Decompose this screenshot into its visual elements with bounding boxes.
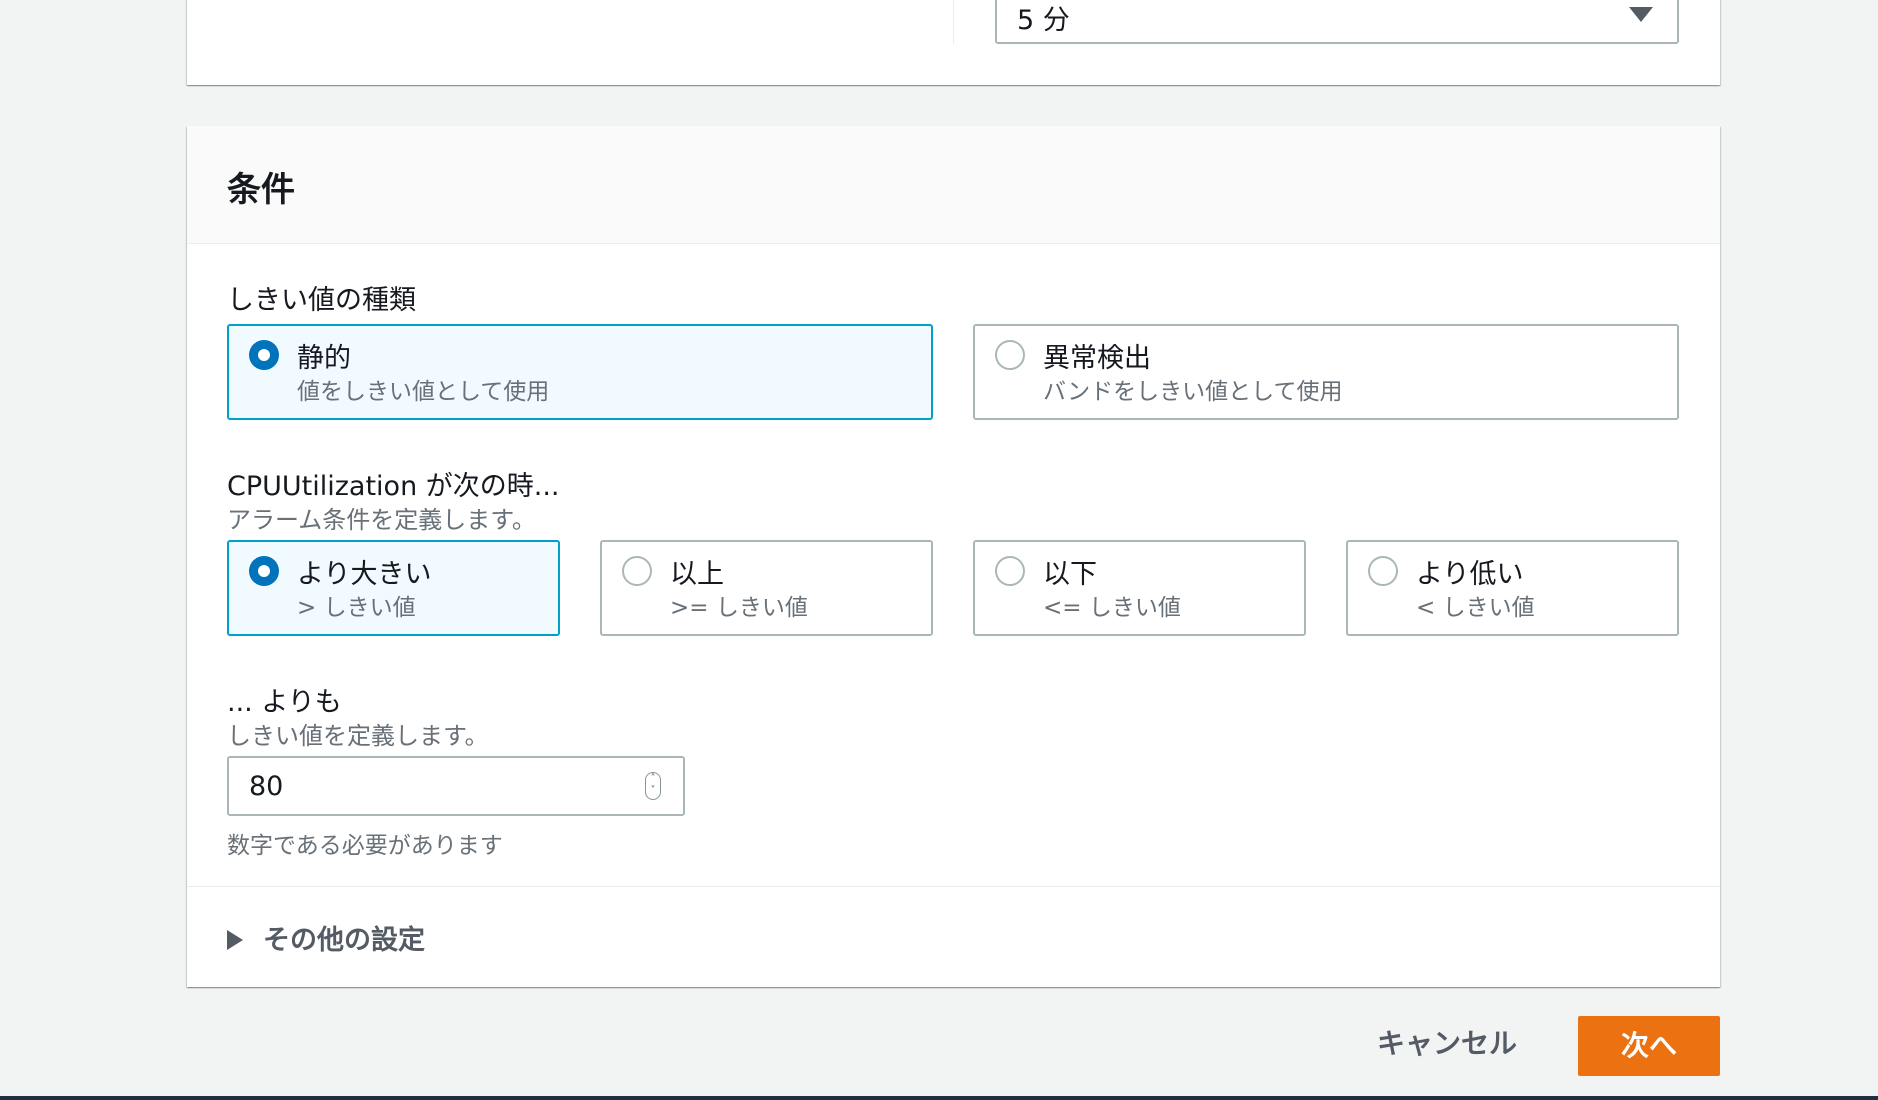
condition-label: CPUUtilization が次の時...: [227, 471, 560, 502]
cancel-button[interactable]: キャンセル: [1362, 1014, 1532, 1074]
bottom-bar: [0, 1096, 1878, 1100]
threshold-description: しきい値を定義します。: [227, 722, 489, 750]
threshold-label: ... よりも: [227, 687, 342, 718]
radio-icon[interactable]: [1368, 556, 1398, 586]
caret-down-icon: [1629, 7, 1653, 22]
tile-title: 以上: [670, 559, 724, 590]
tile-description: 値をしきい値として使用: [297, 379, 550, 405]
period-select[interactable]: 5 分: [995, 0, 1679, 44]
threshold-input-value: 80: [249, 771, 284, 802]
threshold-type-anomaly-tile[interactable]: 異常検出 バンドをしきい値として使用: [973, 324, 1679, 420]
radio-selected-icon[interactable]: [249, 340, 279, 370]
conditions-header: 条件: [187, 126, 1720, 244]
threshold-input[interactable]: 80 ˄ ˅: [227, 756, 685, 816]
next-button[interactable]: 次へ: [1578, 1016, 1720, 1076]
conditions-title: 条件: [227, 170, 295, 210]
tile-description: > しきい値: [297, 595, 416, 621]
tile-title: より大きい: [297, 559, 432, 590]
tile-description: >= しきい値: [670, 595, 808, 621]
period-panel: 5 分: [187, 0, 1720, 85]
tile-title: 静的: [297, 343, 351, 374]
additional-settings-toggle[interactable]: その他の設定: [227, 918, 425, 957]
tile-description: <= しきい値: [1043, 595, 1181, 621]
threshold-type-static-tile[interactable]: 静的 値をしきい値として使用: [227, 324, 933, 420]
radio-selected-icon[interactable]: [249, 556, 279, 586]
divider: [187, 886, 1720, 887]
tile-title: 異常検出: [1043, 343, 1151, 374]
condition-lower-tile[interactable]: より低い < しきい値: [1346, 540, 1679, 636]
condition-greater-tile[interactable]: より大きい > しきい値: [227, 540, 560, 636]
caret-right-icon: [227, 929, 243, 950]
radio-icon[interactable]: [995, 340, 1025, 370]
additional-settings-label: その他の設定: [263, 925, 425, 956]
tile-title: より低い: [1416, 559, 1524, 590]
condition-greater-equal-tile[interactable]: 以上 >= しきい値: [600, 540, 933, 636]
number-spinner-icon[interactable]: ˄ ˅: [645, 772, 661, 800]
tile-title: 以下: [1043, 559, 1097, 590]
tile-description: < しきい値: [1416, 595, 1535, 621]
tile-description: バンドをしきい値として使用: [1043, 379, 1343, 405]
column-divider: [953, 0, 954, 44]
radio-icon[interactable]: [995, 556, 1025, 586]
radio-icon[interactable]: [622, 556, 652, 586]
threshold-hint: 数字である必要があります: [227, 833, 503, 859]
condition-less-equal-tile[interactable]: 以下 <= しきい値: [973, 540, 1306, 636]
threshold-type-label: しきい値の種類: [227, 285, 416, 316]
period-select-value: 5 分: [1017, 5, 1070, 36]
conditions-panel: 条件 しきい値の種類 静的 値をしきい値として使用 異常検出 バンドをしきい値と…: [187, 126, 1720, 987]
condition-description: アラーム条件を定義します。: [227, 506, 536, 534]
